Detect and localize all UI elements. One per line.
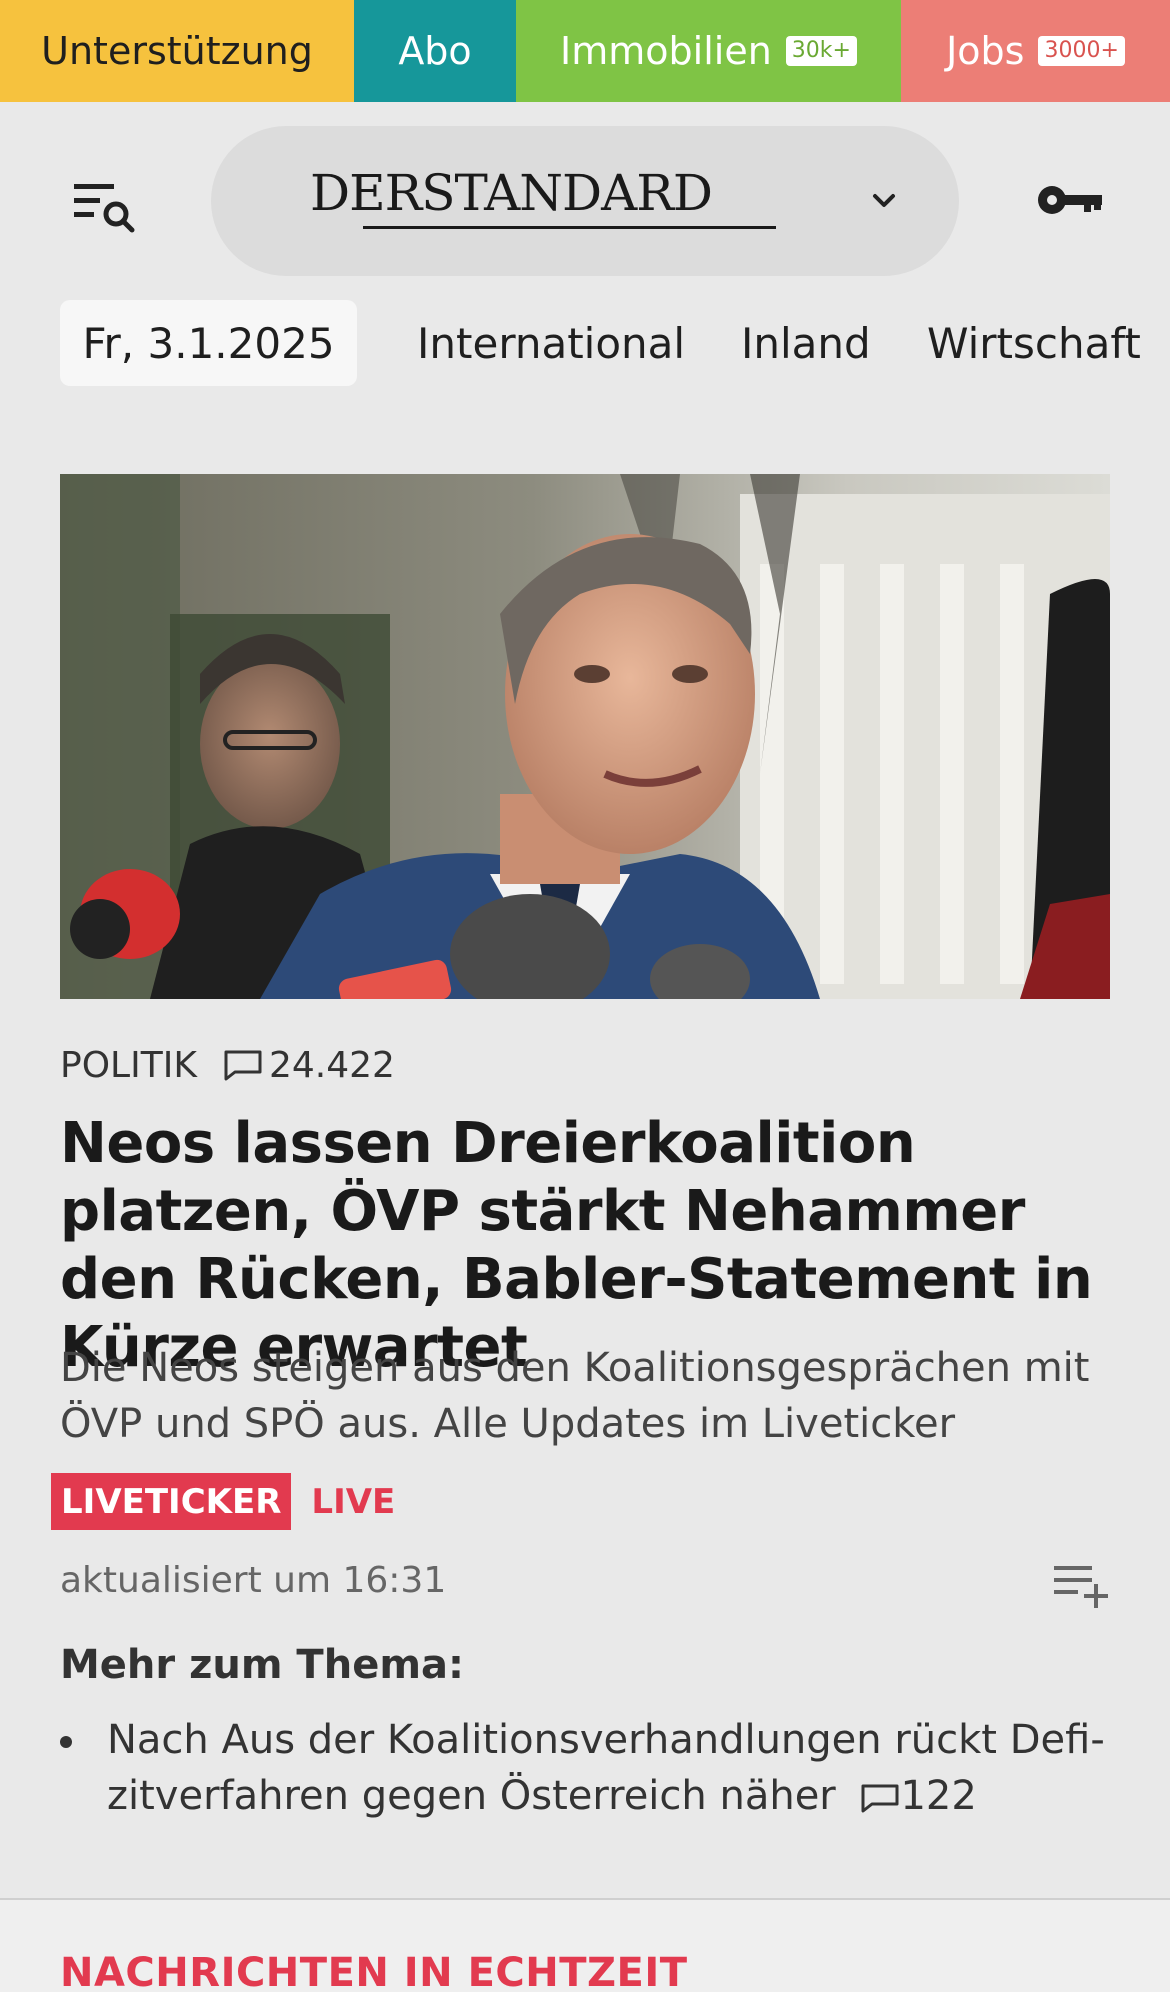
article-teaser[interactable]: Die Neos steigen aus den Koalitionsgespr… bbox=[60, 1340, 1120, 1452]
immobilien-count-badge: 30k+ bbox=[785, 36, 857, 66]
date-chip[interactable]: Fr, 3.1.2025 bbox=[60, 300, 357, 386]
jobs-link[interactable]: Jobs 3000+ bbox=[901, 0, 1170, 102]
related-list: Nach Aus der Koalitionsverhandlungen rüc… bbox=[60, 1712, 1120, 1824]
nav-item-wirtschaft[interactable]: Wirtschaft bbox=[927, 300, 1141, 386]
immobilien-link[interactable]: Immobilien 30k+ bbox=[516, 0, 901, 102]
support-link[interactable]: Unterstützung bbox=[0, 0, 354, 102]
chevron-down-icon bbox=[869, 186, 899, 216]
related-heading: Mehr zum Thema: bbox=[60, 1642, 464, 1688]
updated-timestamp: aktualisiert um 16:31 bbox=[60, 1560, 447, 1601]
section-title-realtime[interactable]: NACHRICHTEN IN ECHTZEIT bbox=[60, 1950, 688, 1992]
article-kicker: POLITIK 24.422 bbox=[60, 1040, 395, 1090]
top-service-bar: Unterstützung Abo Immobilien 30k+ Jobs 3… bbox=[0, 0, 1170, 102]
jobs-label: Jobs bbox=[946, 29, 1025, 73]
category-label[interactable]: POLITIK bbox=[60, 1045, 197, 1086]
comment-count[interactable]: 24.422 bbox=[269, 1045, 395, 1086]
immobilien-label: Immobilien bbox=[560, 29, 772, 73]
comment-icon bbox=[860, 1772, 900, 1813]
logo-underline bbox=[363, 226, 776, 229]
comment-icon bbox=[223, 1049, 263, 1081]
nav-item-inland[interactable]: Inland bbox=[741, 300, 871, 386]
site-logo: DERSTANDARD bbox=[310, 164, 713, 222]
live-indicator: LIVETICKER LIVE bbox=[51, 1473, 395, 1530]
article-hero-image[interactable] bbox=[60, 474, 1110, 999]
key-icon[interactable] bbox=[1036, 180, 1106, 220]
abo-link[interactable]: Abo bbox=[354, 0, 516, 102]
bullet bbox=[60, 1736, 72, 1748]
liveticker-tag: LIVETICKER bbox=[51, 1473, 292, 1530]
nav-item-international[interactable]: International bbox=[417, 300, 685, 386]
related-item-comment-count: 122 bbox=[900, 1773, 977, 1819]
menu-search-icon[interactable] bbox=[72, 180, 138, 236]
related-item[interactable]: Nach Aus der Koalitionsverhandlungen rüc… bbox=[60, 1712, 1120, 1824]
abo-label: Abo bbox=[398, 29, 472, 73]
jobs-count-badge: 3000+ bbox=[1038, 36, 1125, 66]
support-label: Unterstützung bbox=[41, 29, 313, 73]
logo-edition-selector[interactable]: DERSTANDARD bbox=[211, 126, 959, 276]
playlist-add-icon[interactable] bbox=[1050, 1560, 1112, 1610]
live-label: LIVE bbox=[311, 1481, 396, 1522]
